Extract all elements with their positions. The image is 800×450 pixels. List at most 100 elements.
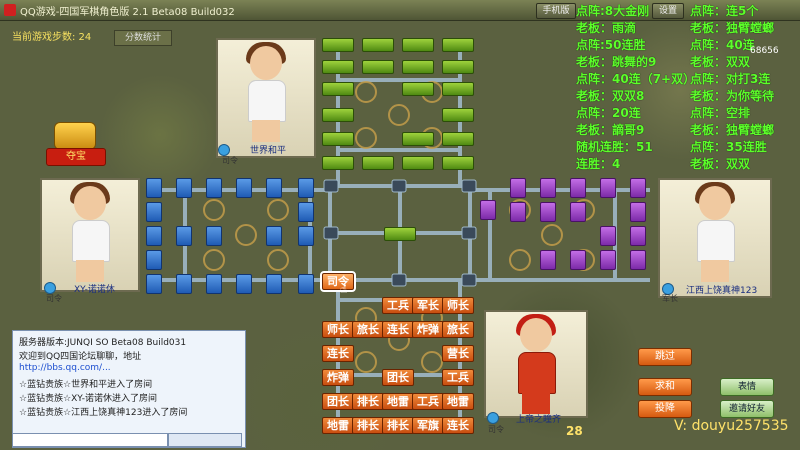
board-piece[interactable] — [146, 202, 162, 222]
board-piece[interactable] — [540, 202, 556, 222]
piece[interactable]: 连长 — [382, 321, 414, 338]
piece[interactable]: 排长 — [352, 393, 384, 410]
board-piece[interactable] — [630, 250, 646, 270]
piece[interactable]: 地雷 — [442, 393, 474, 410]
board-piece[interactable] — [570, 250, 586, 270]
piece[interactable]: 炸弹 — [412, 321, 444, 338]
board-piece[interactable] — [442, 108, 474, 122]
log-right-line: 老板：双双 — [690, 157, 751, 171]
board-piece[interactable] — [402, 132, 434, 146]
board-piece[interactable] — [266, 226, 282, 246]
board-piece[interactable] — [442, 82, 474, 96]
score-stats-button[interactable]: 分数统计 — [114, 30, 172, 46]
board-piece[interactable] — [322, 132, 354, 146]
board-piece[interactable] — [362, 38, 394, 52]
piece[interactable]: 炸弹 — [322, 369, 354, 386]
board-piece[interactable] — [322, 60, 354, 74]
board-piece[interactable] — [540, 178, 556, 198]
board-piece[interactable] — [402, 38, 434, 52]
chat-link[interactable]: http://bbs.qq.com/... — [19, 363, 111, 373]
board-piece[interactable] — [570, 178, 586, 198]
piece[interactable]: 团长 — [382, 369, 414, 386]
board-piece-center[interactable] — [384, 227, 416, 241]
board-piece[interactable] — [266, 178, 282, 198]
piece[interactable]: 工兵 — [412, 393, 444, 410]
board-piece[interactable] — [630, 202, 646, 222]
piece[interactable]: 师长 — [442, 297, 474, 314]
skip-button[interactable]: 跳过 — [638, 348, 692, 366]
board-piece[interactable] — [442, 38, 474, 52]
board-piece[interactable] — [480, 200, 496, 220]
log-left-line: 老板：雨滴 — [576, 21, 637, 35]
board-piece[interactable] — [322, 108, 354, 122]
board-piece[interactable] — [322, 156, 354, 170]
player-right-avatar-box[interactable] — [658, 178, 772, 298]
board-piece[interactable] — [266, 274, 282, 294]
board-piece[interactable] — [630, 178, 646, 198]
board-piece[interactable] — [206, 178, 222, 198]
surrender-button[interactable]: 投降 — [638, 400, 692, 418]
piece[interactable]: 工兵 — [382, 297, 414, 314]
board-piece[interactable] — [630, 226, 646, 246]
board-piece[interactable] — [510, 202, 526, 222]
player-bottom-avatar-box[interactable] — [484, 310, 588, 418]
piece[interactable]: 军长 — [412, 297, 444, 314]
board-piece[interactable] — [402, 82, 434, 96]
board-piece[interactable] — [442, 132, 474, 146]
board-piece[interactable] — [236, 274, 252, 294]
board-piece[interactable] — [442, 60, 474, 74]
board-piece[interactable] — [176, 274, 192, 294]
piece[interactable]: 排长 — [382, 417, 414, 434]
piece-commander-selected[interactable]: 司令 — [320, 271, 356, 292]
piece[interactable]: 营长 — [442, 345, 474, 362]
piece[interactable]: 旅长 — [352, 321, 384, 338]
piece[interactable]: 连长 — [442, 417, 474, 434]
board-piece[interactable] — [206, 226, 222, 246]
player-top-avatar-box[interactable] — [216, 38, 316, 158]
piece[interactable]: 团长 — [322, 393, 354, 410]
board-piece[interactable] — [322, 38, 354, 52]
piece[interactable]: 军旗 — [412, 417, 444, 434]
board-piece[interactable] — [402, 156, 434, 170]
board-piece[interactable] — [146, 274, 162, 294]
piece[interactable]: 旅长 — [442, 321, 474, 338]
piece[interactable]: 师长 — [322, 321, 354, 338]
piece[interactable]: 地雷 — [322, 417, 354, 434]
chat-toolbar[interactable] — [168, 433, 242, 447]
board-piece[interactable] — [146, 178, 162, 198]
board-piece[interactable] — [236, 178, 252, 198]
chat-input[interactable] — [12, 433, 168, 447]
board-piece[interactable] — [442, 156, 474, 170]
board-piece[interactable] — [298, 226, 314, 246]
board-piece[interactable] — [362, 156, 394, 170]
piece[interactable]: 排长 — [352, 417, 384, 434]
board-piece[interactable] — [146, 226, 162, 246]
board-piece[interactable] — [298, 274, 314, 294]
board-piece[interactable] — [176, 178, 192, 198]
board-piece[interactable] — [570, 202, 586, 222]
log-right-line: 老板：独臂螳螂 — [690, 21, 775, 35]
piece[interactable]: 地雷 — [382, 393, 414, 410]
piece[interactable]: 连长 — [322, 345, 354, 362]
board-piece[interactable] — [510, 178, 526, 198]
board-piece[interactable] — [600, 250, 616, 270]
board-piece[interactable] — [146, 250, 162, 270]
board-piece[interactable] — [206, 274, 222, 294]
board-piece[interactable] — [298, 178, 314, 198]
log-right-line: 点阵：35连胜 — [690, 140, 767, 154]
board-piece[interactable] — [298, 202, 314, 222]
peace-button[interactable]: 求和 — [638, 378, 692, 396]
board-piece[interactable] — [600, 178, 616, 198]
board-piece[interactable] — [402, 60, 434, 74]
invite-friends-button[interactable]: 邀请好友 — [720, 400, 774, 418]
emote-button[interactable]: 表情 — [720, 378, 774, 396]
player-left-avatar-box[interactable] — [40, 178, 140, 292]
piece[interactable]: 工兵 — [442, 369, 474, 386]
stream-watermark: V: douyu257535 — [674, 418, 789, 434]
board-piece[interactable] — [362, 60, 394, 74]
board-piece[interactable] — [322, 82, 354, 96]
board-piece[interactable] — [176, 226, 192, 246]
board-piece[interactable] — [600, 226, 616, 246]
board-piece[interactable] — [540, 250, 556, 270]
treasure-button[interactable]: 夺宝 — [46, 122, 106, 166]
